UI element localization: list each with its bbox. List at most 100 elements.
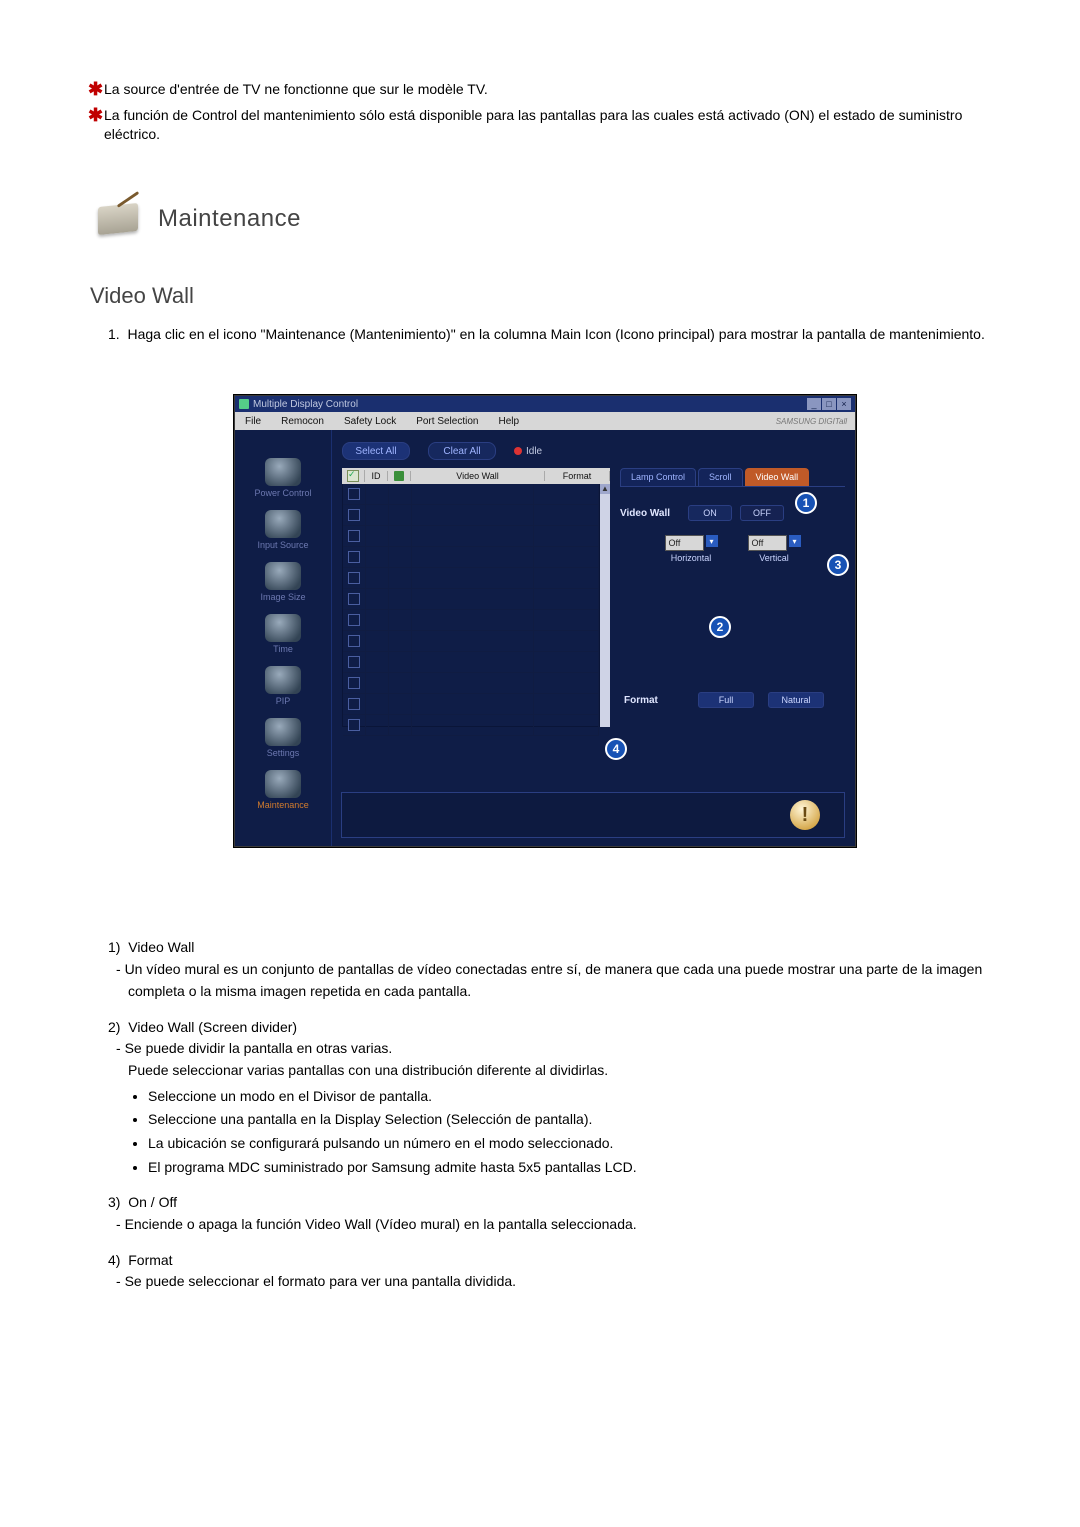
sidebar-item-pip[interactable]: PIP <box>243 666 323 706</box>
select-all-button[interactable]: Select All <box>342 442 410 460</box>
desc-title: Format <box>128 1252 172 1268</box>
table-row[interactable] <box>343 694 599 715</box>
table-row[interactable] <box>343 673 599 694</box>
col-status-icon <box>388 471 411 481</box>
format-label: Format <box>624 695 684 706</box>
tab-lamp-control[interactable]: Lamp Control <box>620 468 696 486</box>
menu-safety-lock[interactable]: Safety Lock <box>334 416 406 427</box>
table-row[interactable] <box>343 631 599 652</box>
menu-help[interactable]: Help <box>488 416 529 427</box>
table-row[interactable] <box>343 547 599 568</box>
sidebar-item-settings[interactable]: Settings <box>243 718 323 758</box>
minimize-button[interactable]: _ <box>807 398 821 410</box>
table-row[interactable] <box>343 568 599 589</box>
sidebar-item-input-source[interactable]: Input Source <box>243 510 323 550</box>
menu-port-selection[interactable]: Port Selection <box>406 416 488 427</box>
status-bar: ! <box>341 792 845 838</box>
notes-list: ✱La source d'entrée de TV ne fonctionne … <box>90 80 1000 145</box>
sidebar-item-image-size[interactable]: Image Size <box>243 562 323 602</box>
tab-scroll[interactable]: Scroll <box>698 468 743 486</box>
display-table: ID Video Wall Format ▲ <box>342 468 610 728</box>
app-icon <box>239 399 249 409</box>
video-wall-off-button[interactable]: OFF <box>740 505 784 521</box>
maintenance-heading: Maintenance <box>90 195 1000 243</box>
sidebar: Power Control Input Source Image Size Ti… <box>235 430 332 846</box>
section-title: Video Wall <box>90 283 1000 309</box>
desc-bullet: Seleccione un modo en el Divisor de pant… <box>148 1086 1000 1108</box>
table-row[interactable] <box>343 589 599 610</box>
window-buttons: _ □ × <box>806 398 851 410</box>
table-row[interactable] <box>343 652 599 673</box>
col-checkbox <box>342 470 365 482</box>
col-id: ID <box>365 471 388 481</box>
horizontal-value: Off <box>665 535 704 551</box>
sidebar-item-maintenance[interactable]: Maintenance <box>243 770 323 810</box>
input-source-icon <box>265 510 301 538</box>
info-icon: ! <box>790 800 820 830</box>
maximize-button[interactable]: □ <box>822 398 836 410</box>
description-list: 1) Video Wall Un vídeo mural es un conju… <box>90 937 1000 1293</box>
maintenance-box-icon <box>90 195 146 243</box>
note-text: La función de Control del mantenimiento … <box>104 107 962 143</box>
table-row[interactable] <box>343 505 599 526</box>
clear-all-button[interactable]: Clear All <box>428 442 496 460</box>
star-icon: ✱ <box>88 106 103 124</box>
window-titlebar: Multiple Display Control _ □ × <box>235 396 855 412</box>
desc-text: Se puede seleccionar el formato para ver… <box>108 1271 1000 1293</box>
video-wall-label: Video Wall <box>620 508 680 519</box>
desc-title: On / Off <box>128 1194 177 1210</box>
window-title: Multiple Display Control <box>253 399 358 410</box>
menu-file[interactable]: File <box>235 416 271 427</box>
format-full-button[interactable]: Full <box>698 692 754 708</box>
scrollbar[interactable]: ▲ <box>600 484 610 727</box>
tab-video-wall[interactable]: Video Wall <box>745 468 810 486</box>
table-row[interactable] <box>343 610 599 631</box>
chevron-down-icon[interactable]: ▾ <box>789 535 801 547</box>
sidebar-item-time[interactable]: Time <box>243 614 323 654</box>
col-video-wall: Video Wall <box>411 471 545 481</box>
chevron-down-icon[interactable]: ▾ <box>706 535 718 547</box>
sidebar-item-power-control[interactable]: Power Control <box>243 458 323 498</box>
vertical-selector[interactable]: Off ▾ Vertical <box>748 535 801 563</box>
desc-title: Video Wall (Screen divider) <box>128 1019 297 1035</box>
horizontal-label: Horizontal <box>671 553 712 563</box>
settings-icon <box>265 718 301 746</box>
desc-bullet: La ubicación se configurará pulsando un … <box>148 1133 1000 1155</box>
image-size-icon <box>265 562 301 590</box>
vertical-value: Off <box>748 535 787 551</box>
desc-text: Se puede dividir la pantalla en otras va… <box>108 1038 1000 1060</box>
table-body[interactable] <box>342 484 600 727</box>
step-text: Haga clic en el icono "Maintenance (Mant… <box>127 326 984 342</box>
video-wall-on-button[interactable]: ON <box>688 505 732 521</box>
main-area: Select All Clear All Idle ID <box>332 430 855 846</box>
star-icon: ✱ <box>88 80 103 98</box>
power-icon <box>265 458 301 486</box>
callout-4: 4 <box>605 738 627 760</box>
desc-text: Puede seleccionar varias pantallas con u… <box>108 1060 1000 1082</box>
table-row[interactable] <box>343 484 599 505</box>
horizontal-selector[interactable]: Off ▾ Horizontal <box>665 535 718 563</box>
menu-remocon[interactable]: Remocon <box>271 416 334 427</box>
callout-3: 3 <box>827 554 849 576</box>
desc-bullet: Seleccione una pantalla en la Display Se… <box>148 1109 1000 1131</box>
app-screenshot: Multiple Display Control _ □ × File Remo… <box>234 395 856 847</box>
status-dot-icon <box>514 447 522 455</box>
desc-title: Video Wall <box>128 939 194 955</box>
time-icon <box>265 614 301 642</box>
maintenance-icon <box>265 770 301 798</box>
desc-text: Un vídeo mural es un conjunto de pantall… <box>108 959 1000 1002</box>
maintenance-title: Maintenance <box>158 205 301 233</box>
close-button[interactable]: × <box>837 398 851 410</box>
menubar: File Remocon Safety Lock Port Selection … <box>235 412 855 430</box>
note-text: La source d'entrée de TV ne fonctionne q… <box>104 81 488 97</box>
table-row[interactable] <box>343 526 599 547</box>
desc-text: Enciende o apaga la función Video Wall (… <box>108 1214 1000 1236</box>
format-natural-button[interactable]: Natural <box>768 692 824 708</box>
desc-bullet: El programa MDC suministrado por Samsung… <box>148 1157 1000 1179</box>
vertical-label: Vertical <box>759 553 789 563</box>
status-idle: Idle <box>514 446 542 457</box>
scroll-up-icon[interactable]: ▲ <box>600 484 610 494</box>
pip-icon <box>265 666 301 694</box>
table-row[interactable] <box>343 715 599 736</box>
col-format: Format <box>545 471 610 481</box>
